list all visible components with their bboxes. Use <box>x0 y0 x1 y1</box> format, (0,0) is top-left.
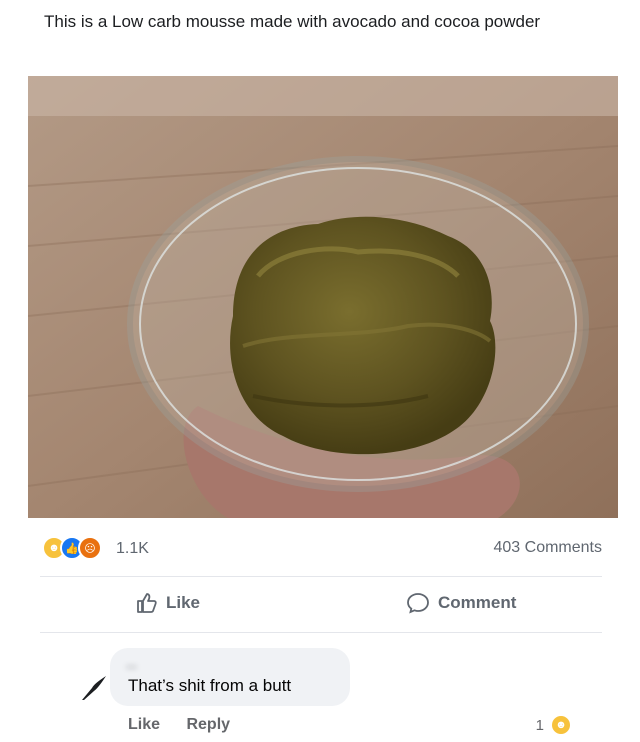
comment-button[interactable]: Comment <box>406 592 516 614</box>
comment-reaction-count: 1 <box>535 716 544 734</box>
divider <box>40 576 602 577</box>
comment-author[interactable]: ... <box>126 656 137 671</box>
comment-reply-button[interactable]: Reply <box>186 716 230 733</box>
post-caption: This is a Low carb mousse made with avoc… <box>44 12 541 31</box>
haha-icon: ☻ <box>550 714 572 736</box>
comment: ... That’s shit from a butt Like Reply 1… <box>78 648 618 742</box>
comment-actions: Like Reply <box>128 716 252 734</box>
comments-count[interactable]: 403 Comments <box>494 539 603 557</box>
comment-bubble: ... That’s shit from a butt <box>110 648 350 706</box>
post-photo[interactable] <box>28 76 618 518</box>
reaction-count: 1.1K <box>116 540 149 557</box>
comment-bubble-icon <box>407 593 429 614</box>
reactions-summary[interactable]: ☻ 👍 ☹ 1.1K <box>42 536 149 562</box>
comment-label: Comment <box>438 593 517 612</box>
avatar[interactable] <box>78 672 112 702</box>
mousse-bowl-image <box>28 76 618 518</box>
divider <box>40 632 602 633</box>
comment-like-button[interactable]: Like <box>128 716 160 733</box>
comment-reactions[interactable]: 1 ☻ <box>536 714 572 736</box>
comment-text: That’s shit from a butt <box>128 676 292 695</box>
like-button[interactable]: Like <box>136 592 200 614</box>
angry-icon: ☹ <box>78 536 102 560</box>
like-label: Like <box>166 593 201 612</box>
thumbs-up-icon <box>137 593 157 613</box>
